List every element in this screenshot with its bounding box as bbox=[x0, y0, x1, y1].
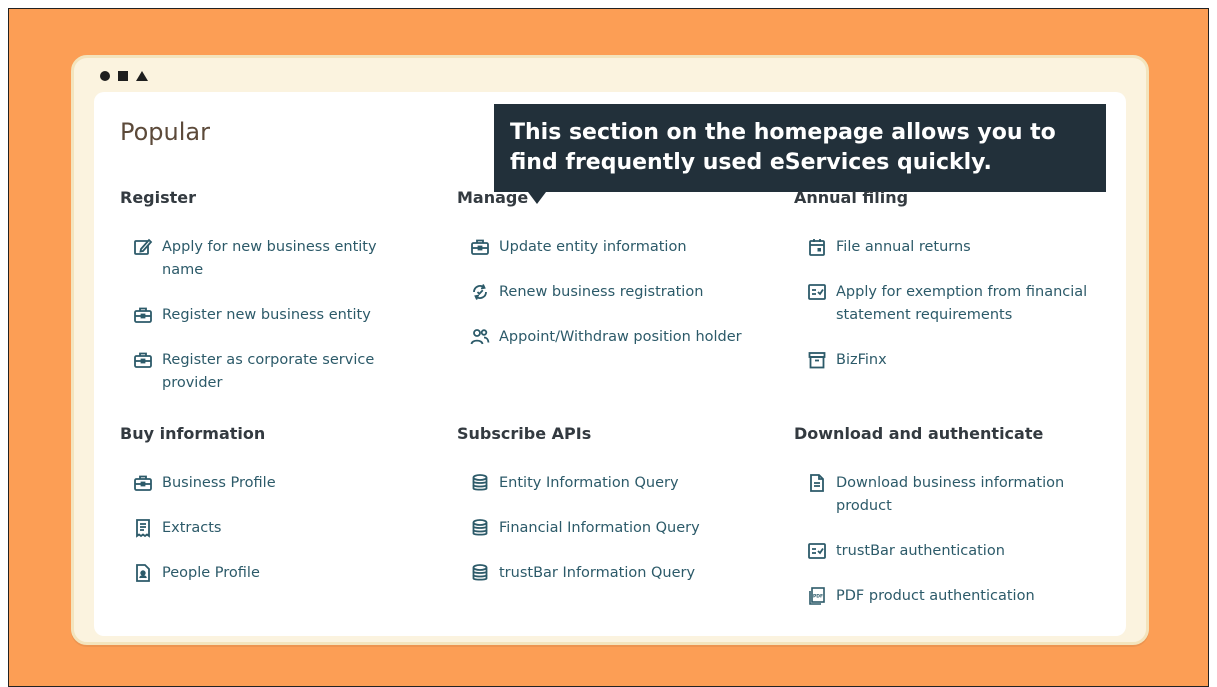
group-title: Buy information bbox=[120, 424, 266, 443]
tooltip-callout: This section on the homepage allows you … bbox=[494, 104, 1106, 204]
link-register-entity[interactable]: Register new business entity bbox=[132, 304, 440, 327]
group-download-authenticate: Download and authenticate Download busin… bbox=[794, 424, 1114, 630]
link-financial-info-query[interactable]: Financial Information Query bbox=[469, 517, 777, 540]
browser-window: Popular This section on the homepage all… bbox=[71, 55, 1149, 645]
link-label: Business Profile bbox=[162, 475, 276, 491]
link-renew-registration[interactable]: Renew business registration bbox=[469, 281, 777, 304]
calendar-icon bbox=[806, 236, 828, 258]
link-label: Renew business registration bbox=[499, 284, 704, 300]
person-document-icon bbox=[132, 562, 154, 584]
briefcase-icon bbox=[469, 236, 491, 258]
link-bizfinx[interactable]: BizFinx bbox=[806, 349, 1114, 372]
group-title: Register bbox=[120, 188, 197, 207]
briefcase-icon bbox=[132, 349, 154, 371]
link-label: Register as corporate service provider bbox=[162, 352, 375, 391]
link-trustbar-info-query[interactable]: trustBar Information Query bbox=[469, 562, 777, 585]
link-label: Register new business entity bbox=[162, 307, 371, 323]
link-label: PDF product authentication bbox=[836, 588, 1035, 604]
group-subscribe-apis: Subscribe APIs Entity Information Query … bbox=[457, 424, 777, 607]
link-label: Update entity information bbox=[499, 239, 687, 255]
people-icon bbox=[469, 326, 491, 348]
link-apply-exemption[interactable]: Apply for exemption from financial state… bbox=[806, 281, 1114, 327]
triangle-icon bbox=[136, 71, 148, 81]
link-label: Entity Information Query bbox=[499, 475, 679, 491]
link-label: Appoint/Withdraw position holder bbox=[499, 329, 742, 345]
group-title: Manage bbox=[457, 188, 529, 207]
link-file-annual-returns[interactable]: File annual returns bbox=[806, 236, 1114, 259]
link-label: trustBar Information Query bbox=[499, 565, 696, 581]
link-label: Financial Information Query bbox=[499, 520, 700, 536]
link-label: File annual returns bbox=[836, 239, 971, 255]
link-business-profile[interactable]: Business Profile bbox=[132, 472, 440, 495]
page-title: Popular bbox=[120, 118, 210, 146]
link-label: Extracts bbox=[162, 520, 222, 536]
receipt-icon bbox=[132, 517, 154, 539]
briefcase-icon bbox=[132, 472, 154, 494]
link-trustbar-auth[interactable]: trustBar authentication bbox=[806, 540, 1114, 563]
group-buy-information: Buy information Business Profile Extract… bbox=[120, 424, 440, 607]
link-appoint-withdraw[interactable]: Appoint/Withdraw position holder bbox=[469, 326, 777, 349]
link-extracts[interactable]: Extracts bbox=[132, 517, 440, 540]
link-update-entity[interactable]: Update entity information bbox=[469, 236, 777, 259]
renew-icon bbox=[469, 281, 491, 303]
slide-background: Popular This section on the homepage all… bbox=[8, 8, 1209, 687]
link-label: Apply for new business entity name bbox=[162, 239, 377, 278]
window-titlebar bbox=[74, 58, 1146, 94]
group-title: Subscribe APIs bbox=[457, 424, 592, 443]
popular-panel: Popular This section on the homepage all… bbox=[94, 92, 1126, 636]
document-icon bbox=[806, 472, 828, 494]
briefcase-icon bbox=[132, 304, 154, 326]
database-icon bbox=[469, 472, 491, 494]
circle-icon bbox=[100, 71, 110, 81]
link-label: trustBar authentication bbox=[836, 543, 1005, 559]
database-icon bbox=[469, 562, 491, 584]
edit-icon bbox=[132, 236, 154, 258]
link-label: BizFinx bbox=[836, 352, 887, 368]
svg-text:PDF: PDF bbox=[813, 594, 823, 600]
checklist-icon bbox=[806, 281, 828, 303]
group-title: Download and authenticate bbox=[794, 424, 1044, 443]
checklist-icon bbox=[806, 540, 828, 562]
link-download-product[interactable]: Download business information product bbox=[806, 472, 1114, 518]
link-people-profile[interactable]: People Profile bbox=[132, 562, 440, 585]
link-register-csp[interactable]: Register as corporate service provider bbox=[132, 349, 440, 395]
link-apply-entity-name[interactable]: Apply for new business entity name bbox=[132, 236, 440, 282]
square-icon bbox=[118, 71, 128, 81]
group-register: Register Apply for new business entity n… bbox=[120, 188, 440, 417]
group-title: Annual filing bbox=[794, 188, 909, 207]
pdf-icon: PDF bbox=[806, 585, 828, 607]
group-annual-filing: Annual filing File annual returns Apply … bbox=[794, 188, 1114, 394]
database-icon bbox=[469, 517, 491, 539]
link-pdf-auth[interactable]: PDF PDF product authentication bbox=[806, 585, 1114, 608]
archive-icon bbox=[806, 349, 828, 371]
link-label: People Profile bbox=[162, 565, 260, 581]
link-label: Download business information product bbox=[836, 475, 1065, 514]
link-entity-info-query[interactable]: Entity Information Query bbox=[469, 472, 777, 495]
group-manage: Manage Update entity information Renew b… bbox=[457, 188, 777, 371]
link-label: Apply for exemption from financial state… bbox=[836, 284, 1088, 323]
